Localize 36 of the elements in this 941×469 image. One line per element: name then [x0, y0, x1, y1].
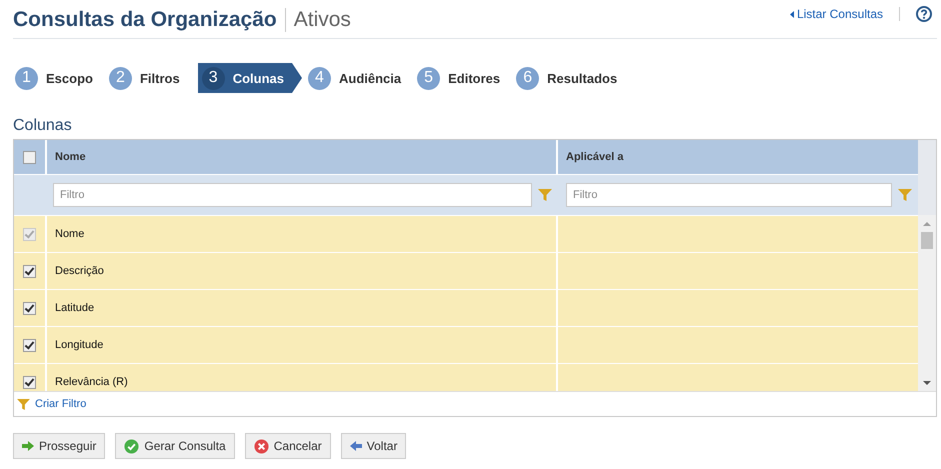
wizard-step[interactable]: 3 Colunas [198, 63, 302, 93]
page-subtitle: Ativos [292, 8, 351, 32]
select-all-checkbox[interactable] [23, 150, 36, 164]
row-checkbox[interactable] [23, 338, 36, 352]
table-cell: Longitude [55, 339, 104, 351]
wizard-step[interactable]: 1 Escopo [13, 63, 103, 93]
filter-field[interactable]: Filtro [53, 183, 532, 207]
filter-field[interactable]: Filtro [566, 183, 892, 207]
table-cell: Relevância (R) [55, 376, 128, 388]
close-icon [254, 438, 269, 454]
column-header[interactable]: Aplicável a [558, 140, 918, 174]
filter-icon [17, 398, 30, 410]
wizard-step[interactable]: 6 Resultados [514, 63, 628, 93]
table-cell: Descrição [55, 265, 104, 277]
cancel-button[interactable]: Cancelar [244, 433, 331, 459]
wizard-step[interactable]: 4 Audiência [306, 63, 412, 93]
section-title: Colunas [13, 117, 73, 136]
row-checkbox[interactable] [23, 264, 36, 278]
back-button[interactable]: Voltar [340, 433, 406, 459]
arrow-right-icon [22, 441, 34, 451]
table-cell: Nome [55, 228, 84, 240]
list-queries-link[interactable]: Listar Consultas [790, 7, 883, 21]
help-icon[interactable] [916, 6, 932, 22]
check-icon [124, 438, 140, 454]
arrow-left-icon [350, 441, 362, 451]
caret-left-icon [790, 10, 794, 18]
row-checkbox[interactable] [23, 302, 36, 314]
table-cell: Latitude [55, 302, 94, 314]
page-title: Consultas da Organização [13, 8, 286, 32]
wizard-step[interactable]: 5 Editores [415, 63, 510, 93]
wizard-step[interactable]: 2 Filtros [106, 63, 190, 93]
proceed-button[interactable]: Prosseguir [13, 433, 106, 459]
scrollbar[interactable] [918, 215, 936, 391]
create-filter-link[interactable]: Criar Filtro [17, 398, 86, 410]
generate-button[interactable]: Gerar Consulta [115, 433, 235, 459]
row-checkbox[interactable] [23, 376, 36, 388]
